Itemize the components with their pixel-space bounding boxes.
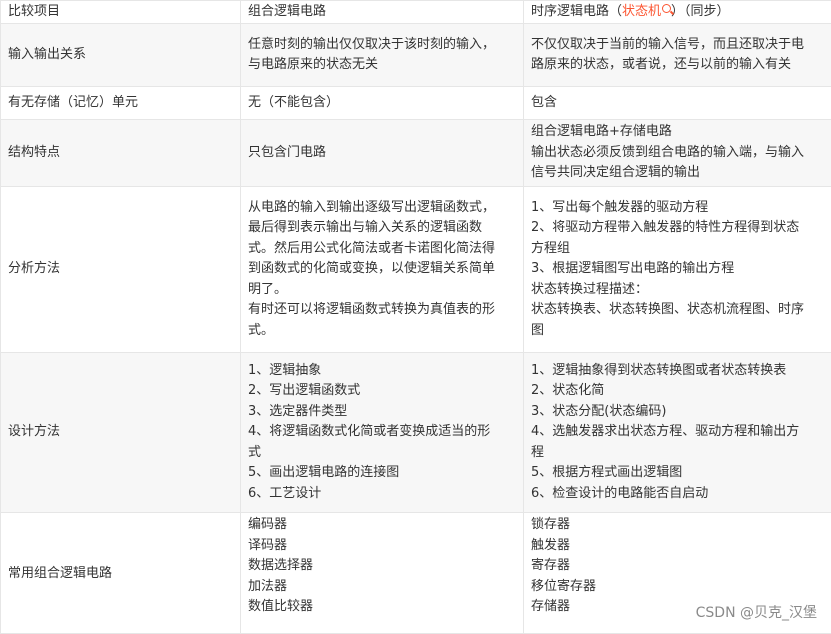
table-row: 有无存储（记忆）单元 无（不能包含） 包含: [1, 87, 831, 120]
cell-line: 明了。: [248, 280, 516, 301]
cell-line: 6、检查设计的电路能否自启动: [531, 484, 824, 505]
header-sequential-prefix: 时序逻辑电路（: [531, 4, 622, 19]
cell-line: 方程组: [531, 239, 824, 260]
cell-line: 包含: [531, 93, 824, 114]
cell-line: 式。: [248, 321, 516, 342]
cell-line: 5、根据方程式画出逻辑图: [531, 463, 824, 484]
row-combinational: 只包含门电路: [241, 120, 524, 187]
cell-line: 1、逻辑抽象得到状态转换图或者状态转换表: [531, 361, 824, 382]
cell-line: 5、画出逻辑电路的连接图: [248, 463, 516, 484]
cell-line: 输出状态必须反馈到组合电路的输入端，与输入: [531, 143, 824, 164]
cell-line: 数据选择器: [248, 556, 516, 577]
table-row: 结构特点 只包含门电路 组合逻辑电路+存储电路输出状态必须反馈到组合电路的输入端…: [1, 120, 831, 187]
cell-line: 2、写出逻辑函数式: [248, 381, 516, 402]
row-sequential: 组合逻辑电路+存储电路输出状态必须反馈到组合电路的输入端，与输入信号共同决定组合…: [524, 120, 831, 187]
cell-line: 锁存器: [531, 515, 824, 536]
row-item: 结构特点: [1, 120, 241, 187]
cell-line: 加法器: [248, 577, 516, 598]
watermark: CSDN @贝克_汉堡: [696, 602, 817, 622]
cell-line: 信号共同决定组合逻辑的输出: [531, 163, 824, 184]
cell-line: 3、选定器件类型: [248, 402, 516, 423]
table-header-row: 比较项目 组合逻辑电路 时序逻辑电路（状态机 ）（同步）: [1, 1, 831, 24]
cell-line: 状态转换过程描述：: [531, 280, 824, 301]
cell-line: 译码器: [248, 536, 516, 557]
header-sequential-suffix: ）（同步）: [671, 4, 730, 19]
cell-line: 4、选触发器求出状态方程、驱动方程和输出方: [531, 422, 824, 443]
cell-line: 有时还可以将逻辑函数式转换为真值表的形: [248, 300, 516, 321]
row-combinational: 编码器译码器数据选择器加法器数值比较器: [241, 513, 524, 634]
cell-line: 式: [248, 443, 516, 464]
row-combinational: 任意时刻的输出仅仅取决于该时刻的输入，与电路原来的状态无关: [241, 24, 524, 87]
cell-line: 编码器: [248, 515, 516, 536]
cell-line: 数值比较器: [248, 597, 516, 618]
row-combinational: 1、逻辑抽象2、写出逻辑函数式3、选定器件类型4、将逻辑函数式化简或者变换成适当…: [241, 353, 524, 513]
cell-line: 无（不能包含）: [248, 93, 516, 114]
cell-line: 与电路原来的状态无关: [248, 55, 516, 76]
table-row: 分析方法 从电路的输入到输出逐级写出逻辑函数式，最后得到表示输出与输入关系的逻辑…: [1, 187, 831, 353]
row-item: 输入输出关系: [1, 24, 241, 87]
cell-line: 6、工艺设计: [248, 484, 516, 505]
row-combinational: 无（不能包含）: [241, 87, 524, 120]
cell-line: 最后得到表示输出与输入关系的逻辑函数: [248, 218, 516, 239]
row-combinational: 从电路的输入到输出逐级写出逻辑函数式，最后得到表示输出与输入关系的逻辑函数式。然…: [241, 187, 524, 353]
cell-line: 组合逻辑电路+存储电路: [531, 122, 824, 143]
cell-line: 路原来的状态，或者说，还与以前的输入有关: [531, 55, 824, 76]
table-row: 设计方法 1、逻辑抽象2、写出逻辑函数式3、选定器件类型4、将逻辑函数式化简或者…: [1, 353, 831, 513]
row-item: 分析方法: [1, 187, 241, 353]
row-sequential: 1、写出每个触发器的驱动方程2、将驱动方程带入触发器的特性方程得到状态方程组3、…: [524, 187, 831, 353]
cell-line: 3、根据逻辑图写出电路的输出方程: [531, 259, 824, 280]
header-combinational: 组合逻辑电路: [241, 1, 524, 24]
cell-line: 不仅仅取决于当前的输入信号，而且还取决于电: [531, 35, 824, 56]
header-item: 比较项目: [1, 1, 241, 24]
cell-line: 寄存器: [531, 556, 824, 577]
comparison-table: 比较项目 组合逻辑电路 时序逻辑电路（状态机 ）（同步） 输入输出关系 任意时刻的…: [0, 0, 831, 634]
cell-line: 状态转换表、状态转换图、状态机流程图、时序: [531, 300, 824, 321]
search-icon[interactable]: [662, 4, 671, 13]
cell-line: 2、将驱动方程带入触发器的特性方程得到状态: [531, 218, 824, 239]
cell-line: 移位寄存器: [531, 577, 824, 598]
row-sequential: 不仅仅取决于当前的输入信号，而且还取决于电路原来的状态，或者说，还与以前的输入有…: [524, 24, 831, 87]
table-row: 输入输出关系 任意时刻的输出仅仅取决于该时刻的输入，与电路原来的状态无关 不仅仅…: [1, 24, 831, 87]
cell-line: 3、状态分配(状态编码): [531, 402, 824, 423]
cell-line: 1、逻辑抽象: [248, 361, 516, 382]
cell-line: 4、将逻辑函数式化简或者变换成适当的形: [248, 422, 516, 443]
row-sequential: 包含: [524, 87, 831, 120]
row-item: 有无存储（记忆）单元: [1, 87, 241, 120]
cell-line: 1、写出每个触发器的驱动方程: [531, 198, 824, 219]
cell-line: 图: [531, 321, 824, 342]
state-machine-link-text[interactable]: 状态机: [622, 4, 661, 19]
row-sequential: 1、逻辑抽象得到状态转换图或者状态转换表2、状态化简3、状态分配(状态编码)4、…: [524, 353, 831, 513]
cell-line: 式。然后用公式化简法或者卡诺图化简法得: [248, 239, 516, 260]
cell-line: 程: [531, 443, 824, 464]
state-machine-link[interactable]: 状态机: [622, 4, 671, 19]
row-item: 常用组合逻辑电路: [1, 513, 241, 634]
cell-line: 任意时刻的输出仅仅取决于该时刻的输入，: [248, 35, 516, 56]
row-item: 设计方法: [1, 353, 241, 513]
cell-line: 触发器: [531, 536, 824, 557]
header-sequential: 时序逻辑电路（状态机 ）（同步）: [524, 1, 831, 24]
cell-line: 2、状态化简: [531, 381, 824, 402]
cell-line: 只包含门电路: [248, 143, 516, 164]
cell-line: 从电路的输入到输出逐级写出逻辑函数式，: [248, 198, 516, 219]
cell-line: 到函数式的化简或变换，以使逻辑关系简单: [248, 259, 516, 280]
